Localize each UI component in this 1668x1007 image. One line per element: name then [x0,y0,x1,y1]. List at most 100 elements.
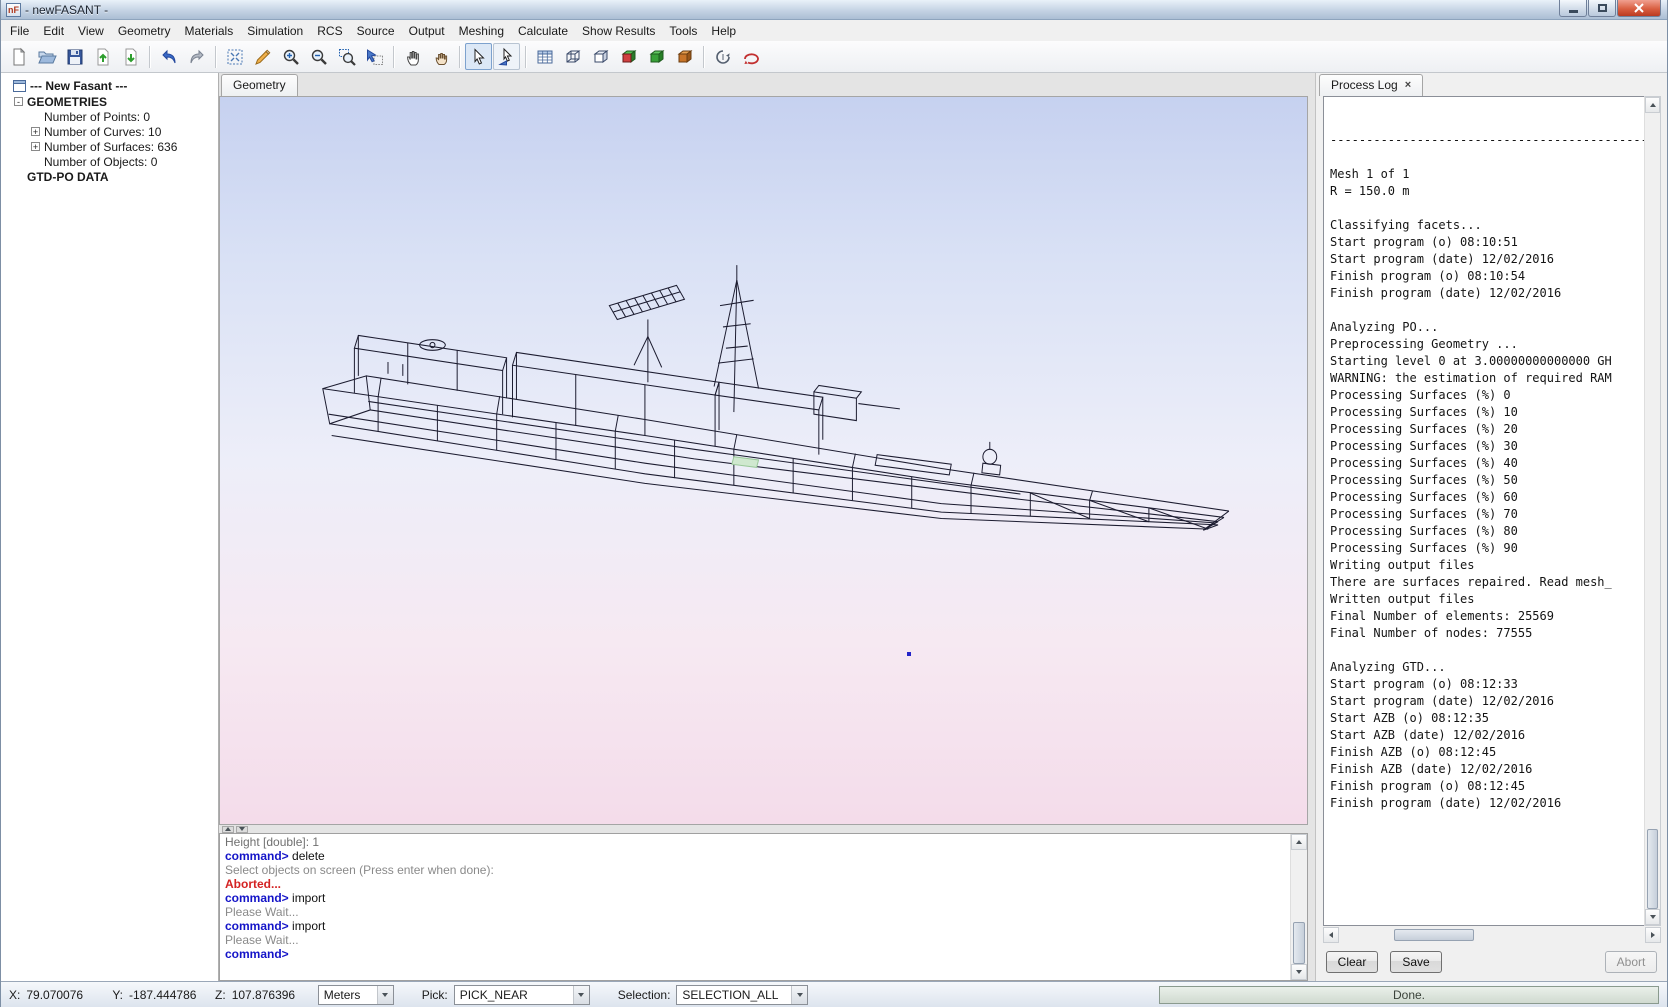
log-line: Processing Surfaces (%) 20 [1330,422,1644,439]
solid-view-button[interactable] [587,43,614,70]
menu-item[interactable]: Edit [36,21,71,41]
scroll-track[interactable] [1291,850,1307,964]
export-button[interactable] [117,43,144,70]
scroll-thumb[interactable] [1394,929,1474,941]
menu-item[interactable]: Simulation [240,21,310,41]
redo-button[interactable] [183,43,210,70]
log-line: Starting level 0 at 3.00000000000000 GH [1330,354,1644,371]
scroll-down-button[interactable] [1291,964,1307,980]
combo-arrow-icon[interactable] [377,986,393,1004]
scroll-thumb[interactable] [1647,829,1658,909]
menu-item[interactable]: Source [350,21,402,41]
import-button[interactable] [89,43,116,70]
log-line: Finish program (o) 08:12:45 [1330,779,1644,796]
expander-icon[interactable]: + [31,142,40,151]
maximize-button[interactable] [1588,0,1616,17]
menu-item[interactable]: RCS [310,21,349,41]
log-line: Processing Surfaces (%) 30 [1330,439,1644,456]
new-file-button[interactable] [5,43,32,70]
abort-button[interactable]: Abort [1605,951,1657,973]
zoom-out-button[interactable] [305,43,332,70]
wireframe-view-button[interactable] [559,43,586,70]
expander-icon[interactable] [14,172,23,181]
combo-arrow-icon[interactable] [573,986,589,1004]
close-tab-icon[interactable]: × [1405,79,1411,91]
expander-icon[interactable]: + [31,127,40,136]
scroll-left-button[interactable] [1323,927,1339,943]
log-line: Processing Surfaces (%) 10 [1330,405,1644,422]
log-line: Written output files [1330,592,1644,609]
units-select[interactable]: Meters [318,985,394,1005]
scroll-right-button[interactable] [1645,927,1661,943]
menu-item[interactable]: Calculate [511,21,575,41]
expander-icon[interactable]: - [14,97,23,106]
clear-button[interactable]: Clear [1326,951,1378,973]
tab-process-log[interactable]: Process Log × [1319,74,1423,96]
scroll-track[interactable] [1339,927,1645,943]
titlebar[interactable]: nF - newFASANT - [1,0,1667,20]
menu-item[interactable]: View [71,21,111,41]
close-button[interactable] [1617,0,1661,17]
scroll-thumb[interactable] [1293,922,1305,964]
command-console[interactable]: Height [double]: 1 command> delete Selec… [220,834,1290,980]
rotate-view-button[interactable] [709,43,736,70]
tab-geometry[interactable]: Geometry [221,74,298,96]
green-view-button[interactable] [643,43,670,70]
menu-item[interactable]: Output [402,21,452,41]
close-icon [1634,3,1644,13]
menu-item[interactable]: Geometry [111,21,178,41]
tree-node-label: Number of Points: 0 [44,110,150,124]
console-splitter[interactable] [219,825,1308,833]
viewport-3d[interactable] [219,96,1308,825]
process-log-output[interactable]: ----------------------------------------… [1323,96,1644,926]
menu-item[interactable]: Help [704,21,743,41]
select-region-button[interactable] [493,43,520,70]
save-button-toolbar[interactable] [61,43,88,70]
menu-item[interactable]: Show Results [575,21,662,41]
splitter-up-button[interactable] [222,826,234,833]
scroll-up-button[interactable] [1645,97,1660,113]
zoom-in-button[interactable] [277,43,304,70]
scroll-down-button[interactable] [1645,909,1660,925]
menu-item[interactable]: Meshing [452,21,511,41]
toolbar [1,41,1667,73]
minimize-button[interactable] [1559,0,1587,17]
orange-view-button[interactable] [671,43,698,70]
pick-select[interactable]: PICK_NEAR [454,985,590,1005]
tree-root-node[interactable]: --- New Fasant --- [1,78,218,94]
grid-view-button[interactable] [531,43,558,70]
console-line: command> import [225,891,1285,905]
zoom-window-button[interactable] [333,43,360,70]
edit-button[interactable] [249,43,276,70]
menu-item[interactable]: Tools [662,21,704,41]
tree-node[interactable]: - GEOMETRIES [1,94,218,109]
log-line: Processing Surfaces (%) 90 [1330,541,1644,558]
scroll-up-button[interactable] [1291,834,1307,850]
expander-icon[interactable] [31,157,40,166]
menu-item[interactable]: Materials [178,21,241,41]
pan-button[interactable] [399,43,426,70]
console-scrollbar[interactable] [1290,834,1307,980]
process-log-hscrollbar[interactable] [1323,927,1661,943]
tree-node[interactable]: + Number of Curves: 10 [1,124,218,139]
combo-arrow-icon[interactable] [791,986,807,1004]
selection-select[interactable]: SELECTION_ALL [676,985,808,1005]
process-log-vscrollbar[interactable] [1644,96,1661,926]
select-button[interactable] [465,43,492,70]
tree-node[interactable]: GTD-PO DATA [1,169,218,184]
shaded-view-button[interactable] [615,43,642,70]
tree-node[interactable]: + Number of Surfaces: 636 [1,139,218,154]
orbit-button[interactable] [427,43,454,70]
tree-node[interactable]: Number of Objects: 0 [1,154,218,169]
open-button[interactable] [33,43,60,70]
rotate-free-button[interactable] [737,43,764,70]
tree-node[interactable]: Number of Points: 0 [1,109,218,124]
zoom-selection-button[interactable] [361,43,388,70]
scroll-track[interactable] [1645,113,1660,909]
splitter-down-button[interactable] [236,826,248,833]
menu-item[interactable]: File [3,21,36,41]
undo-button[interactable] [155,43,182,70]
save-button[interactable]: Save [1390,951,1442,973]
expander-icon[interactable] [31,112,40,121]
fit-view-button[interactable] [221,43,248,70]
